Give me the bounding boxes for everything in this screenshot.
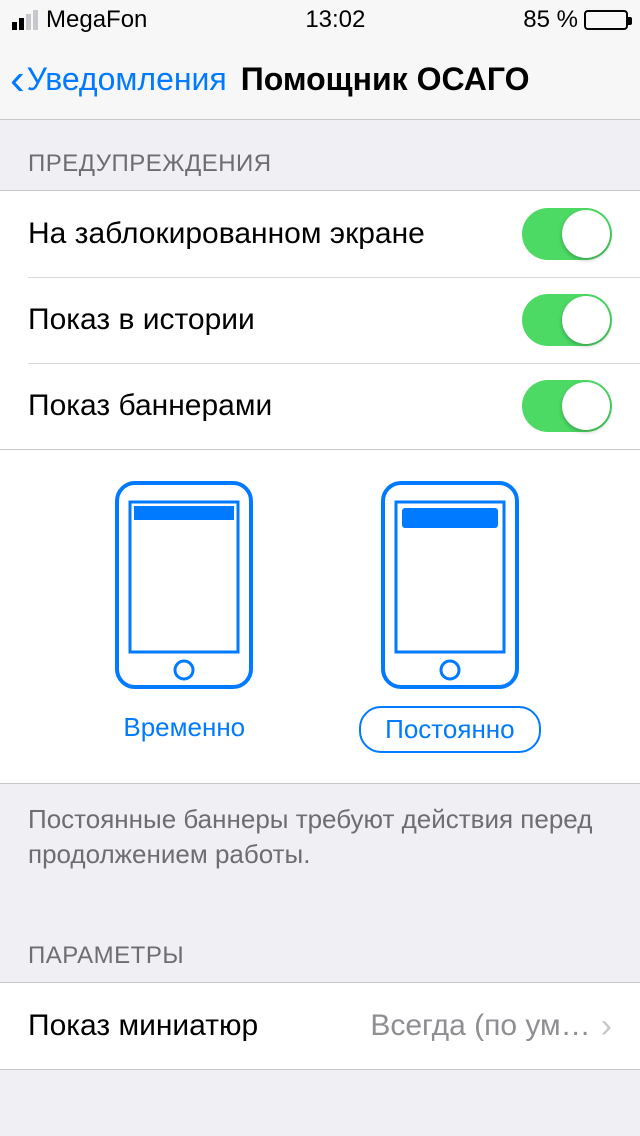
phone-persistent-icon (380, 480, 520, 690)
chevron-left-icon: ‹ (10, 58, 25, 102)
options-group: Показ миниатюр Всегда (по ум… › (0, 982, 640, 1070)
carrier-label: MegaFon (46, 6, 147, 34)
row-lock-screen: На заблокированном экране (0, 191, 640, 277)
row-previews[interactable]: Показ миниатюр Всегда (по ум… › (0, 983, 640, 1069)
alerts-group: На заблокированном экране Показ в истори… (0, 190, 640, 450)
page-title: Помощник ОСАГО (241, 61, 530, 98)
back-button[interactable]: ‹ Уведомления (10, 58, 227, 102)
banner-style-temporary[interactable]: Временно (99, 480, 269, 753)
signal-strength-icon (12, 10, 38, 30)
row-history-label: Показ в истории (28, 303, 255, 337)
back-label: Уведомления (27, 61, 227, 98)
row-history: Показ в истории (0, 277, 640, 363)
switch-banners[interactable] (522, 380, 612, 432)
banner-style-persistent-label: Постоянно (359, 706, 540, 753)
battery-percent: 85 % (523, 6, 578, 34)
clock: 13:02 (305, 6, 365, 34)
row-previews-label: Показ миниатюр (28, 1009, 258, 1043)
battery-icon (584, 10, 628, 30)
banner-style-picker: Временно Постоянно (0, 450, 640, 784)
banner-style-temporary-label: Временно (99, 706, 269, 749)
status-bar: MegaFon 13:02 85 % (0, 0, 640, 40)
phone-temporary-icon (114, 480, 254, 690)
navigation-bar: ‹ Уведомления Помощник ОСАГО (0, 40, 640, 120)
banner-style-persistent[interactable]: Постоянно (359, 480, 540, 753)
row-banners-label: Показ баннерами (28, 389, 272, 423)
chevron-right-icon: › (601, 1007, 612, 1046)
row-banners: Показ баннерами (0, 363, 640, 449)
row-lock-screen-label: На заблокированном экране (28, 217, 425, 251)
section-header-alerts: ПРЕДУПРЕЖДЕНИЯ (0, 120, 640, 190)
banner-style-footer: Постоянные баннеры требуют действия пере… (0, 784, 640, 912)
row-previews-value: Всегда (по ум… (370, 1009, 590, 1043)
switch-history[interactable] (522, 294, 612, 346)
section-header-options: ПАРАМЕТРЫ (0, 912, 640, 982)
switch-lock-screen[interactable] (522, 208, 612, 260)
